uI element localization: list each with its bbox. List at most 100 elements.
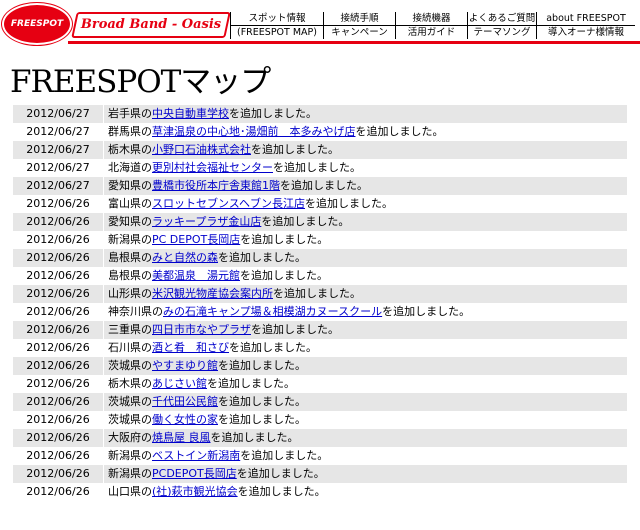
spot-link[interactable]: 豊橋市役所本庁舎東館1階 bbox=[152, 179, 280, 192]
item-date: 2012/06/26 bbox=[13, 231, 104, 249]
list-item: 2012/06/27 群馬県の草津温泉の中心地･湯畑前 本多みやげ店を追加しました… bbox=[13, 123, 627, 141]
spot-link[interactable]: 千代田公民館 bbox=[152, 395, 218, 408]
item-date: 2012/06/26 bbox=[13, 411, 104, 429]
list-item: 2012/06/26 栃木県のあじさい館を追加しました。 bbox=[13, 375, 627, 393]
spot-link[interactable]: 美都温泉 湯元館 bbox=[152, 269, 240, 282]
item-prefecture: 山口県の bbox=[108, 485, 152, 498]
nav-theme-song[interactable]: テーマソング bbox=[467, 26, 536, 39]
nav-devices[interactable]: 接続機器 bbox=[395, 12, 467, 26]
spot-link[interactable]: ベストイン新潟南 bbox=[152, 449, 240, 462]
item-suffix: を追加しました。 bbox=[305, 197, 394, 210]
spot-link[interactable]: (社)萩市観光協会 bbox=[152, 485, 238, 498]
list-item: 2012/06/26 茨城県の働く女性の家を追加しました。 bbox=[13, 411, 627, 429]
item-text: 新潟県のベストイン新潟南を追加しました。 bbox=[104, 447, 328, 465]
item-prefecture: 愛知県の bbox=[108, 179, 152, 192]
item-text: 島根県のみと自然の森を追加しました。 bbox=[104, 249, 306, 267]
item-text: 茨城県の千代田公民館を追加しました。 bbox=[104, 393, 306, 411]
item-date: 2012/06/26 bbox=[13, 303, 104, 321]
spot-link[interactable]: スロットセブンスヘブン長江店 bbox=[152, 197, 305, 210]
nav-freespot-map[interactable]: (FREESPOT MAP) bbox=[230, 26, 323, 39]
item-suffix: を追加しました。 bbox=[355, 125, 444, 138]
item-date: 2012/06/27 bbox=[13, 105, 104, 123]
list-item: 2012/06/26 島根県の美都温泉 湯元館を追加しました。 bbox=[13, 267, 627, 285]
item-prefecture: 石川県の bbox=[108, 341, 152, 354]
item-suffix: を追加しました。 bbox=[218, 359, 306, 372]
item-suffix: を追加しました。 bbox=[280, 179, 368, 192]
spot-link[interactable]: あじさい館 bbox=[152, 377, 207, 390]
nav-faq[interactable]: よくあるご質問 bbox=[467, 12, 536, 26]
spot-link[interactable]: 焼鳥屋 良風 bbox=[152, 431, 211, 444]
spot-link[interactable]: PC DEPOT長岡店 bbox=[152, 233, 240, 246]
spot-link[interactable]: 小野口石油株式会社 bbox=[152, 143, 251, 156]
item-prefecture: 新潟県の bbox=[108, 233, 152, 246]
spot-link[interactable]: 働く女性の家 bbox=[152, 413, 218, 426]
item-date: 2012/06/26 bbox=[13, 285, 104, 303]
item-text: 富山県のスロットセブンスヘブン長江店を追加しました。 bbox=[104, 195, 393, 213]
spot-link[interactable]: 四日市市なやプラザ bbox=[152, 323, 251, 336]
item-date: 2012/06/26 bbox=[13, 375, 104, 393]
item-suffix: を追加しました。 bbox=[207, 377, 295, 390]
item-date: 2012/06/26 bbox=[13, 393, 104, 411]
item-prefecture: 北海道の bbox=[108, 161, 152, 174]
spot-link[interactable]: PCDEPOT長岡店 bbox=[152, 467, 237, 480]
item-prefecture: 茨城県の bbox=[108, 359, 152, 372]
item-suffix: を追加しました。 bbox=[382, 305, 471, 318]
list-item: 2012/06/26 山口県の(社)萩市観光協会を追加しました。 bbox=[13, 483, 627, 501]
nav-about[interactable]: about FREESPOT bbox=[536, 12, 635, 26]
item-suffix: を追加しました。 bbox=[229, 341, 317, 354]
item-date: 2012/06/26 bbox=[13, 249, 104, 267]
item-text: 新潟県のPC DEPOT長岡店を追加しました。 bbox=[104, 231, 328, 249]
item-prefecture: 三重県の bbox=[108, 323, 152, 336]
item-prefecture: 山形県の bbox=[108, 287, 152, 300]
item-prefecture: 群馬県の bbox=[108, 125, 152, 138]
item-date: 2012/06/27 bbox=[13, 123, 104, 141]
spot-link[interactable]: 米沢観光物産協会案内所 bbox=[152, 287, 273, 300]
brand-banner[interactable]: Broad Band - Oasis bbox=[71, 12, 231, 38]
spot-link[interactable]: 酒と肴 和さび bbox=[152, 341, 229, 354]
nav-spot-info[interactable]: スポット情報 bbox=[230, 12, 323, 26]
spot-link[interactable]: やすまゆり館 bbox=[152, 359, 218, 372]
main-nav: スポット情報 接続手順 接続機器 よくあるご質問 about FREESPOT … bbox=[230, 11, 635, 41]
spot-link[interactable]: 草津温泉の中心地･湯畑前 本多みやげ店 bbox=[152, 125, 356, 138]
list-item: 2012/06/26 茨城県のやすまゆり館を追加しました。 bbox=[13, 357, 627, 375]
item-suffix: を追加しました。 bbox=[218, 251, 306, 264]
item-suffix: を追加しました。 bbox=[273, 287, 361, 300]
item-text: 茨城県の働く女性の家を追加しました。 bbox=[104, 411, 306, 429]
site-header: FREESPOT Broad Band - Oasis スポット情報 接続手順 … bbox=[0, 0, 640, 45]
nav-guide[interactable]: 活用ガイド bbox=[395, 26, 467, 39]
nav-campaign[interactable]: キャンペーン bbox=[323, 26, 395, 39]
nav-connection-steps[interactable]: 接続手順 bbox=[323, 12, 395, 26]
nav-owner-info[interactable]: 導入オーナ様情報 bbox=[536, 26, 635, 39]
item-prefecture: 栃木県の bbox=[108, 143, 152, 156]
spot-link[interactable]: 更別村社会福祉センター bbox=[152, 161, 273, 174]
item-date: 2012/06/26 bbox=[13, 195, 104, 213]
spot-link[interactable]: ラッキープラザ金山店 bbox=[152, 215, 261, 228]
item-suffix: を追加しました。 bbox=[218, 413, 306, 426]
list-item: 2012/06/26 愛知県のラッキープラザ金山店を追加しました。 bbox=[13, 213, 627, 231]
item-text: 三重県の四日市市なやプラザを追加しました。 bbox=[104, 321, 339, 339]
item-suffix: を追加しました。 bbox=[229, 107, 317, 120]
update-list: 2012/06/27 岩手県の中央自動車学校を追加しました。 2012/06/27 群… bbox=[13, 105, 627, 501]
list-item: 2012/06/27 栃木県の小野口石油株式会社を追加しました。 bbox=[13, 141, 627, 159]
item-suffix: を追加しました。 bbox=[240, 449, 329, 462]
item-suffix: を追加しました。 bbox=[236, 467, 325, 480]
spot-link[interactable]: 中央自動車学校 bbox=[152, 107, 229, 120]
spot-link[interactable]: みと自然の森 bbox=[152, 251, 218, 264]
item-date: 2012/06/26 bbox=[13, 267, 104, 285]
item-date: 2012/06/26 bbox=[13, 447, 104, 465]
item-prefecture: 愛知県の bbox=[108, 215, 152, 228]
brand-text: Broad Band - Oasis bbox=[80, 17, 222, 32]
list-item: 2012/06/26 新潟県のPC DEPOT長岡店を追加しました。 bbox=[13, 231, 627, 249]
item-suffix: を追加しました。 bbox=[210, 431, 299, 444]
list-item: 2012/06/26 石川県の酒と肴 和さびを追加しました。 bbox=[13, 339, 627, 357]
freespot-logo[interactable]: FREESPOT bbox=[2, 3, 72, 45]
item-text: 栃木県のあじさい館を追加しました。 bbox=[104, 375, 295, 393]
list-item: 2012/06/26 山形県の米沢観光物産協会案内所を追加しました。 bbox=[13, 285, 627, 303]
item-date: 2012/06/27 bbox=[13, 159, 104, 177]
item-prefecture: 茨城県の bbox=[108, 413, 152, 426]
item-text: 石川県の酒と肴 和さびを追加しました。 bbox=[104, 339, 317, 357]
item-date: 2012/06/26 bbox=[13, 429, 104, 447]
spot-link[interactable]: みの石滝キャンプ場＆相模湖カヌースクール bbox=[163, 305, 382, 318]
item-suffix: を追加しました。 bbox=[251, 143, 339, 156]
item-prefecture: 島根県の bbox=[108, 251, 152, 264]
